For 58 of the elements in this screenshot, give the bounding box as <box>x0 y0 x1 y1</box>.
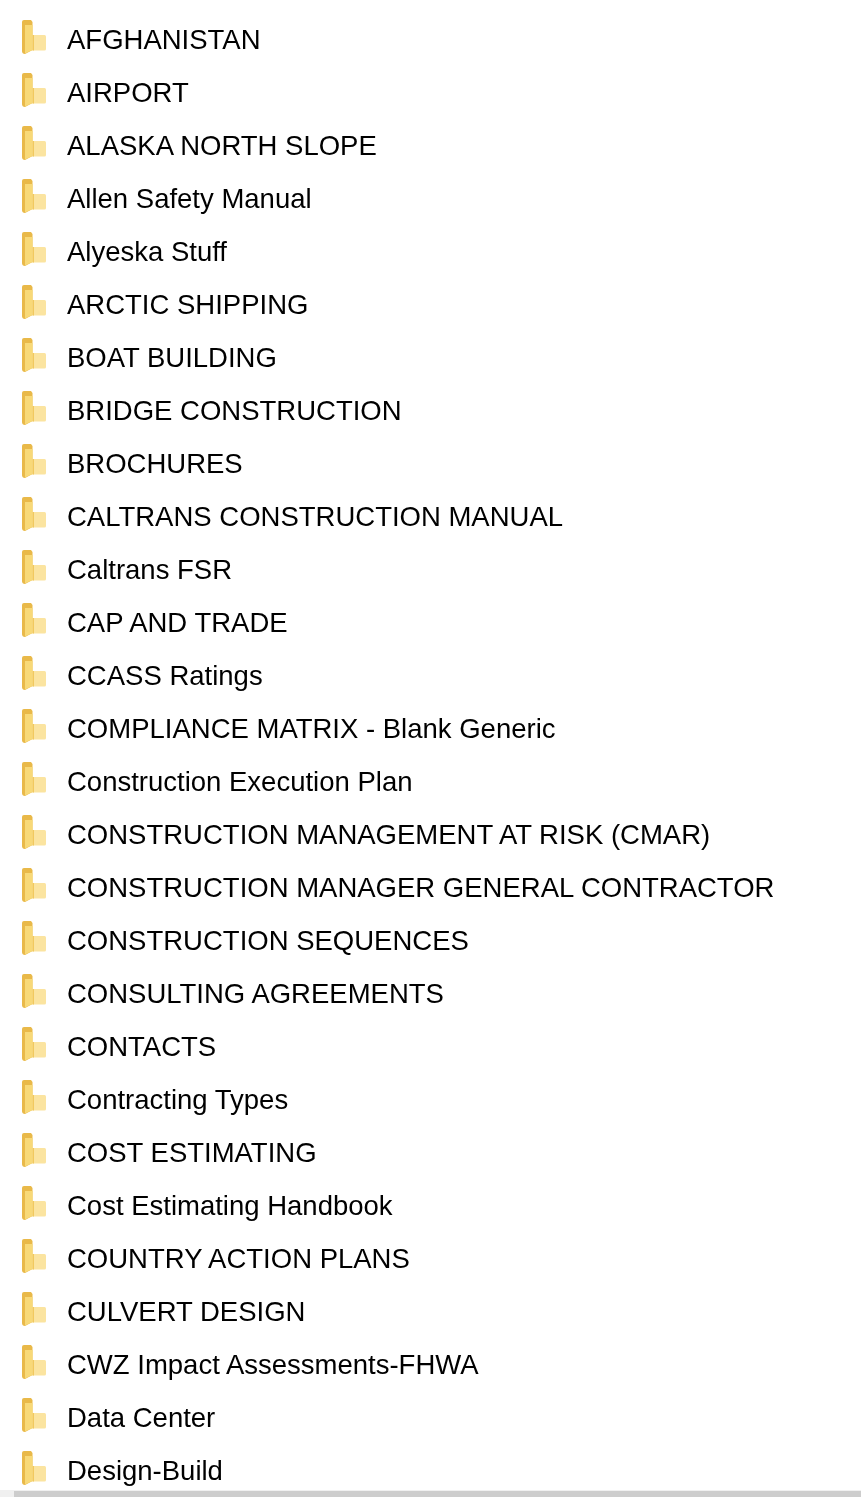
folder-icon <box>22 1450 46 1485</box>
folder-icon <box>22 973 46 1008</box>
folder-icon <box>22 284 46 319</box>
folder-name[interactable]: Design-Build <box>67 1453 223 1488</box>
folder-name[interactable]: ALASKA NORTH SLOPE <box>67 128 377 163</box>
folder-icon <box>22 390 46 425</box>
folder-name[interactable]: Construction Execution Plan <box>67 764 413 799</box>
horizontal-scrollbar[interactable] <box>0 1490 861 1497</box>
folder-name[interactable]: AIRPORT <box>67 75 189 110</box>
folder-icon <box>22 337 46 372</box>
folder-name[interactable]: BRIDGE CONSTRUCTION <box>67 393 402 428</box>
folder-icon <box>22 549 46 584</box>
folder-icon <box>22 1026 46 1061</box>
folder-icon <box>22 125 46 160</box>
folder-name[interactable]: CAP AND TRADE <box>67 605 288 640</box>
folder-icon <box>22 920 46 955</box>
folder-name[interactable]: AFGHANISTAN <box>67 22 261 57</box>
folder-icon <box>22 1344 46 1379</box>
folder-name[interactable]: CALTRANS CONSTRUCTION MANUAL <box>67 499 564 534</box>
folder-name[interactable]: CWZ Impact Assessments-FHWA <box>67 1347 479 1382</box>
folder-name[interactable]: CULVERT DESIGN <box>67 1294 306 1329</box>
folder-name[interactable]: Allen Safety Manual <box>67 181 312 216</box>
folder-name[interactable]: BROCHURES <box>67 446 243 481</box>
folder-icon <box>22 1185 46 1220</box>
folder-name[interactable]: COMPLIANCE MATRIX - Blank Generic <box>67 711 556 746</box>
folder-name[interactable]: COUNTRY ACTION PLANS <box>67 1241 410 1276</box>
folder-name[interactable]: ARCTIC SHIPPING <box>67 287 309 322</box>
scrollbar-thumb[interactable] <box>14 1491 861 1497</box>
folder-name[interactable]: BOAT BUILDING <box>67 340 277 375</box>
folder-name[interactable]: Data Center <box>67 1400 216 1435</box>
folder-icon <box>22 72 46 107</box>
folder-icon <box>22 867 46 902</box>
folder-icon <box>22 1079 46 1114</box>
folder-icon <box>22 708 46 743</box>
folder-name[interactable]: CONTACTS <box>67 1029 217 1064</box>
folder-name[interactable]: Caltrans FSR <box>67 552 233 587</box>
folder-name[interactable]: Contracting Types <box>67 1082 289 1117</box>
folder-name[interactable]: CONSTRUCTION MANAGER GENERAL CONTRACTOR <box>67 870 775 905</box>
folder-name[interactable]: CONSULTING AGREEMENTS <box>67 976 444 1011</box>
folder-icon <box>22 1238 46 1273</box>
folder-name[interactable]: COST ESTIMATING <box>67 1135 317 1170</box>
folder-icon <box>22 231 46 266</box>
folder-icon <box>22 443 46 478</box>
folder-icon <box>22 19 46 54</box>
folder-name[interactable]: Cost Estimating Handbook <box>67 1188 393 1223</box>
folder-name[interactable]: CCASS Ratings <box>67 658 263 693</box>
folder-icon <box>22 1397 46 1432</box>
folder-name[interactable]: CONSTRUCTION SEQUENCES <box>67 923 469 958</box>
folder-icon <box>22 761 46 796</box>
folder-icon <box>22 602 46 637</box>
folder-name[interactable]: CONSTRUCTION MANAGEMENT AT RISK (CMAR) <box>67 817 711 852</box>
folder-icon <box>22 655 46 690</box>
folder-icon <box>22 814 46 849</box>
folder-icon <box>22 1132 46 1167</box>
folder-name[interactable]: Alyeska Stuff <box>67 234 227 269</box>
folder-icon <box>22 496 46 531</box>
folder-icon <box>22 1291 46 1326</box>
folder-icon <box>22 178 46 213</box>
